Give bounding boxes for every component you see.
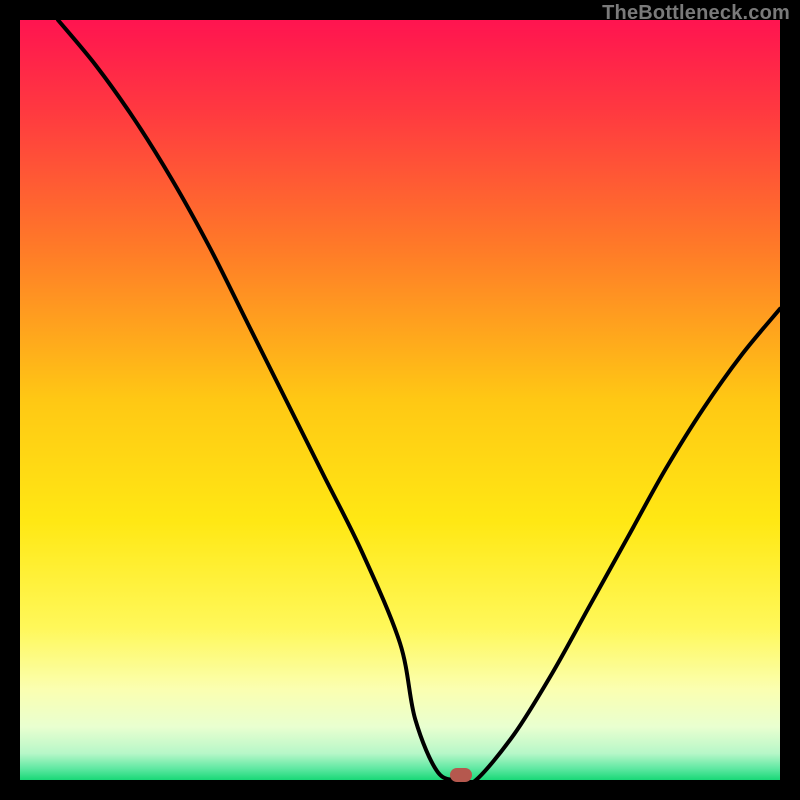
plot-area	[20, 20, 780, 780]
bottleneck-marker	[450, 768, 472, 782]
chart-frame: TheBottleneck.com	[0, 0, 800, 800]
chart-svg	[20, 20, 780, 780]
gradient-rect	[20, 20, 780, 780]
